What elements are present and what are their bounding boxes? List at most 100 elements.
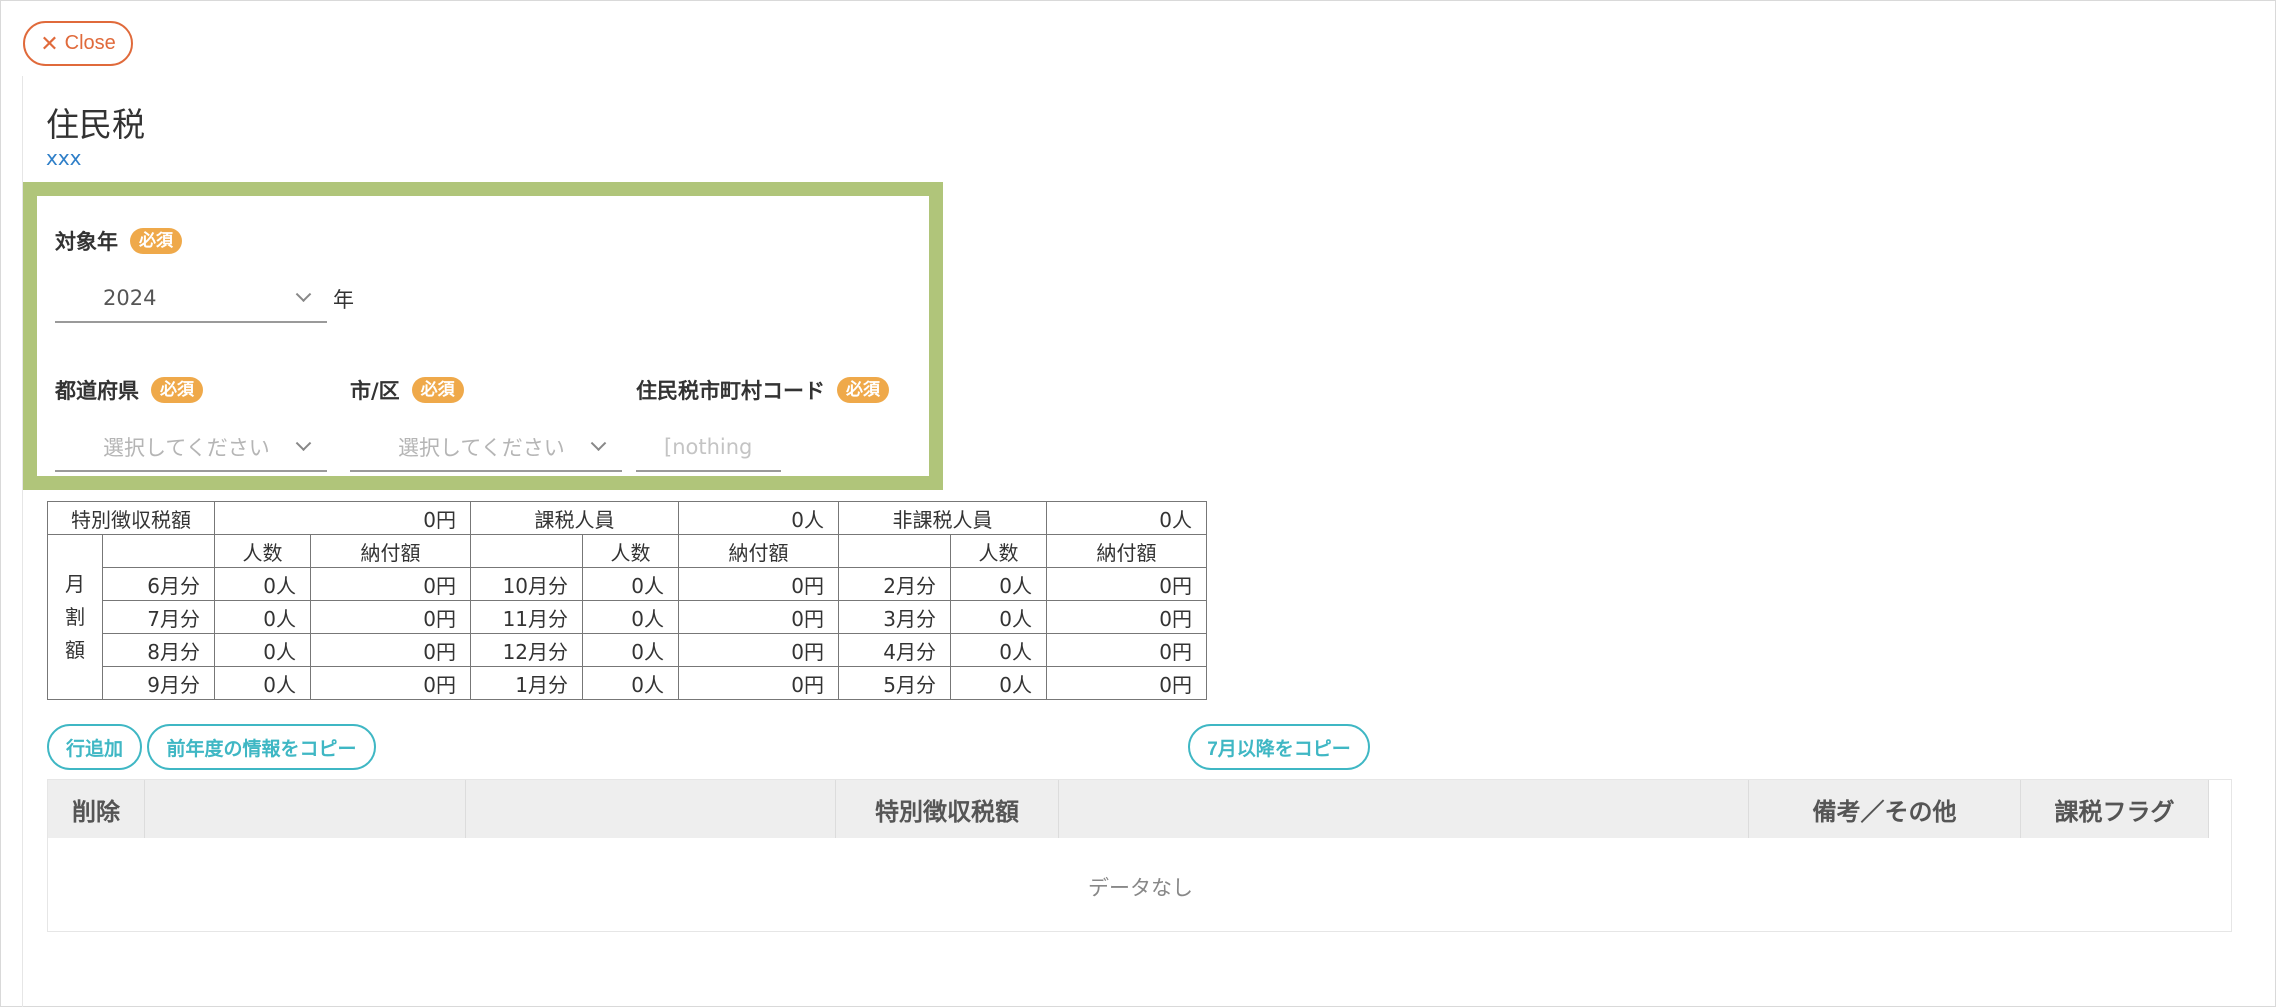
month-people: 0人: [950, 666, 1048, 700]
prefecture-label-text: 都道府県: [55, 379, 139, 403]
col-payment-header: 納付額: [1046, 534, 1208, 568]
page-title: 住民税: [46, 105, 145, 144]
copy-after-july-button[interactable]: 7月以降をコピー: [1188, 724, 1370, 770]
prefecture-select-placeholder: 選択してください: [103, 436, 270, 460]
month-people: 0人: [214, 666, 311, 700]
special-tax-label: 特別徴収税額: [47, 501, 215, 535]
col-payment-header: 納付額: [678, 534, 840, 568]
grid-empty-message: データなし: [1088, 876, 1193, 900]
month-amount: 0円: [678, 666, 840, 700]
col-blank-header: [145, 780, 466, 838]
month-people: 0人: [950, 600, 1048, 634]
month-amount: 0円: [678, 567, 840, 601]
month-label: 6月分: [102, 567, 215, 601]
year-select-value: 2024: [103, 286, 157, 310]
required-badge: 必須: [411, 377, 464, 403]
header-blank: [470, 534, 584, 568]
month-people: 0人: [582, 600, 680, 634]
month-label: 8月分: [102, 633, 215, 667]
year-select[interactable]: 2024: [55, 275, 327, 323]
col-people-header: 人数: [582, 534, 680, 568]
taxable-count-label: 課税人員: [470, 501, 680, 535]
month-amount: 0円: [1046, 666, 1208, 700]
monthly-row: 6月分 0人 0円 10月分 0人 0円 2月分 0人 0円: [48, 567, 1208, 601]
chevron-down-icon: [295, 434, 312, 451]
city-select-placeholder: 選択してください: [398, 436, 565, 460]
month-amount: 0円: [309, 666, 472, 700]
month-label: 4月分: [838, 633, 952, 667]
month-label: 3月分: [838, 600, 952, 634]
col-tax-flag-header[interactable]: 課税フラグ: [2021, 780, 2209, 838]
month-label: 7月分: [102, 600, 215, 634]
header-blank: [838, 534, 952, 568]
month-amount: 0円: [309, 633, 472, 667]
month-people: 0人: [950, 567, 1048, 601]
month-label: 11月分: [470, 600, 584, 634]
copy-previous-year-button[interactable]: 前年度の情報をコピー: [147, 724, 376, 770]
tax-entries-grid: 削除 特別徴収税額 備考／その他 課税フラグ データなし: [47, 779, 2232, 932]
close-label: Close: [64, 32, 116, 54]
month-people: 0人: [582, 666, 680, 700]
city-select[interactable]: 選択してください: [350, 424, 622, 472]
close-button[interactable]: ✕ Close: [23, 21, 133, 66]
monthly-label-char: 月: [65, 571, 85, 596]
close-icon: ✕: [40, 30, 59, 56]
month-amount: 0円: [678, 600, 840, 634]
col-special-tax-header[interactable]: 特別徴収税額: [836, 780, 1059, 838]
month-label: 2月分: [838, 567, 952, 601]
month-label: 10月分: [470, 567, 584, 601]
month-amount: 0円: [309, 600, 472, 634]
month-people: 0人: [214, 633, 311, 667]
col-blank-header: [1059, 780, 1749, 838]
month-label: 9月分: [102, 666, 215, 700]
col-people-header: 人数: [950, 534, 1048, 568]
grid-header: 削除 特別徴収税額 備考／その他 課税フラグ: [48, 780, 2209, 838]
chevron-down-icon: [295, 285, 312, 302]
required-badge: 必須: [837, 377, 889, 403]
code-label-text: 住民税市町村コード: [636, 379, 825, 403]
monthly-label-char: 額: [65, 637, 85, 662]
month-label: 5月分: [838, 666, 952, 700]
header-blank: [102, 534, 215, 568]
add-row-button[interactable]: 行追加: [47, 724, 142, 770]
col-blank-header: [466, 780, 836, 838]
monthly-split-label: 月 割 額: [47, 534, 103, 700]
col-delete-header[interactable]: 削除: [48, 780, 145, 838]
month-people: 0人: [582, 567, 680, 601]
monthly-label-char: 割: [65, 604, 85, 629]
page-subtitle[interactable]: xxx: [46, 146, 82, 170]
month-label: 1月分: [470, 666, 584, 700]
year-field-label: 対象年 必須: [55, 226, 182, 256]
month-label: 12月分: [470, 633, 584, 667]
monthly-row: 7月分 0人 0円 11月分 0人 0円 3月分 0人 0円: [48, 600, 1208, 634]
monthly-row: 8月分 0人 0円 12月分 0人 0円 4月分 0人 0円: [48, 633, 1208, 667]
nontaxable-count-label: 非課税人員: [838, 501, 1048, 535]
municipality-code-input[interactable]: [636, 424, 781, 472]
month-amount: 0円: [1046, 600, 1208, 634]
year-label-text: 対象年: [55, 230, 118, 254]
month-amount: 0円: [309, 567, 472, 601]
col-payment-header: 納付額: [309, 534, 472, 568]
city-label-text: 市/区: [350, 379, 400, 403]
month-amount: 0円: [678, 633, 840, 667]
month-people: 0人: [582, 633, 680, 667]
year-unit: 年: [333, 288, 354, 312]
summary-totals-row: 特別徴収税額 0円 課税人員 0人 非課税人員 0人: [47, 501, 1208, 535]
required-badge: 必須: [151, 377, 203, 403]
resident-tax-summary-table: 特別徴収税額 0円 課税人員 0人 非課税人員 0人 月 割 額 人数 納付額 …: [47, 501, 1208, 700]
month-people: 0人: [214, 600, 311, 634]
summary-header-row: 月 割 額 人数 納付額 人数 納付額 人数 納付額: [47, 534, 1208, 700]
taxable-count-value: 0人: [678, 501, 840, 535]
month-amount: 0円: [1046, 567, 1208, 601]
prefecture-field-label: 都道府県 必須: [55, 375, 203, 405]
chevron-down-icon: [590, 434, 607, 451]
month-amount: 0円: [1046, 633, 1208, 667]
monthly-row: 9月分 0人 0円 1月分 0人 0円 5月分 0人 0円: [48, 666, 1208, 700]
required-fields-panel: 対象年 必須 2024 年 都道府県 必須 選択してください 市/区 必須 選択…: [23, 182, 943, 490]
prefecture-select[interactable]: 選択してください: [55, 424, 327, 472]
col-notes-header[interactable]: 備考／その他: [1749, 780, 2021, 838]
month-people: 0人: [214, 567, 311, 601]
col-people-header: 人数: [214, 534, 311, 568]
code-field-label: 住民税市町村コード 必須: [636, 375, 889, 405]
special-tax-value: 0円: [213, 501, 472, 535]
